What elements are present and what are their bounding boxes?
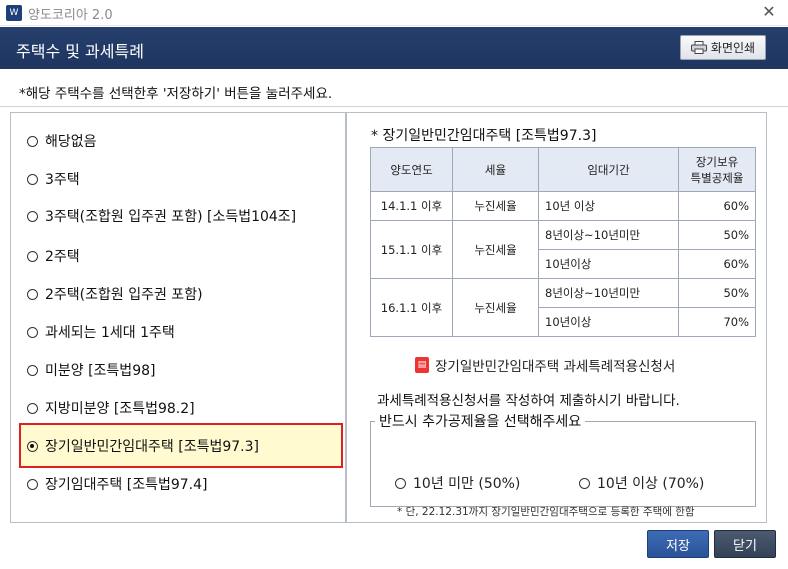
print-screen-label: 화면인쇄 <box>710 41 756 55</box>
column-header: 양도연도 <box>370 147 453 192</box>
option-3-houses[interactable]: 3주택 <box>27 169 80 189</box>
option-label: 과세되는 1세대 1주택 <box>45 325 175 341</box>
option-2-houses-with-rights[interactable]: 2주택(조합원 입주권 포함) <box>27 284 203 304</box>
column-header: 장기보유 특별공제율 <box>678 147 756 192</box>
cell-period: 10년 이상 <box>538 191 679 221</box>
application-instruction: 과세특례적용신청서를 작성하여 제출하시기 바랍니다. <box>377 393 680 409</box>
rate-option-label: 10년 미만 (50%) <box>413 476 521 492</box>
radio-icon <box>579 477 590 489</box>
cell-rate: 70% <box>678 307 756 337</box>
header-line: 특별공제율 <box>690 170 744 185</box>
radio-icon <box>27 402 38 414</box>
option-none[interactable]: 해당없음 <box>27 131 97 151</box>
column-header: 세율 <box>452 147 539 192</box>
house-count-options-panel: 해당없음 3주택 3주택(조합원 입주권 포함) [소득법104조] 2주택 2… <box>10 112 346 523</box>
additional-rate-group: 반드시 추가공제율을 선택해주세요 10년 미만 (50%) 10년 이상 (7… <box>370 411 756 518</box>
cell-tax: 누진세율 <box>452 191 539 221</box>
table-row: 14.1.1 이후 누진세율 10년 이상 60% <box>370 191 756 221</box>
table-header-row: 양도연도 세율 임대기간 장기보유 특별공제율 <box>370 147 756 192</box>
printer-icon <box>690 41 707 54</box>
cell-year: 15.1.1 이후 <box>370 220 453 279</box>
option-long-term-rental[interactable]: 장기임대주택 [조특법97.4] <box>27 474 207 494</box>
option-label: 장기임대주택 [조특법97.4] <box>45 477 208 493</box>
cell-year: 16.1.1 이후 <box>370 278 453 337</box>
option-label: 3주택 <box>45 172 80 188</box>
rate-option-over-10-years[interactable]: 10년 이상 (70%) <box>579 473 704 493</box>
option-label: 해당없음 <box>45 134 97 150</box>
cell-year: 14.1.1 이후 <box>370 191 453 221</box>
radio-icon <box>27 210 38 222</box>
cell-tax: 누진세율 <box>452 278 539 337</box>
cell-period: 8년이상~10년미만 <box>538 220 679 250</box>
rate-group-legend: 반드시 추가공제율을 선택해주세요 <box>379 414 582 430</box>
detail-title: * 장기일반민간임대주택 [조특법97.3] <box>371 128 597 144</box>
cell-rate: 60% <box>678 191 756 221</box>
rate-note: * 단, 22.12.31까지 장기일반민간임대주택으로 등록한 주택에 한함 <box>397 506 695 518</box>
rate-option-under-10-years[interactable]: 10년 미만 (50%) <box>395 473 520 493</box>
option-label: 2주택(조합원 입주권 포함) <box>45 287 203 303</box>
table-row: 15.1.1 이후 누진세율 8년이상~10년미만 50% <box>370 220 756 279</box>
header-line: 장기보유 <box>695 154 739 169</box>
option-regional-unsold[interactable]: 지방미분양 [조특법98.2] <box>27 398 195 418</box>
page-title: 주택수 및 과세특례 <box>16 42 144 61</box>
cell-rate: 50% <box>678 278 756 308</box>
option-long-term-private-rental[interactable]: 장기일반민간임대주택 [조특법97.3] <box>27 436 259 456</box>
rate-option-label: 10년 이상 (70%) <box>597 476 705 492</box>
radio-icon <box>27 326 38 338</box>
option-label: 미분양 [조특법98] <box>45 363 156 379</box>
print-screen-button[interactable]: 화면인쇄 <box>680 35 766 60</box>
option-3-houses-with-rights[interactable]: 3주택(조합원 입주권 포함) [소득법104조] <box>27 206 296 226</box>
divider <box>0 106 788 107</box>
radio-icon <box>27 250 38 262</box>
window-title: 양도코리아 2.0 <box>28 8 113 23</box>
title-bar: W 양도코리아 2.0 ✕ <box>0 0 788 26</box>
option-unsold[interactable]: 미분양 [조특법98] <box>27 360 155 380</box>
option-label: 3주택(조합원 입주권 포함) [소득법104조] <box>45 209 297 225</box>
deduction-rate-table: 양도연도 세율 임대기간 장기보유 특별공제율 14.1.1 이후 누진세율 1… <box>370 147 756 337</box>
radio-icon <box>395 477 406 489</box>
instruction-text: *해당 주택수를 선택한후 '저장하기' 버튼을 눌러주세요. <box>19 86 333 102</box>
radio-icon <box>27 478 38 490</box>
cell-rate: 60% <box>678 249 756 279</box>
radio-icon <box>27 288 38 300</box>
application-form-link[interactable]: ▤ 장기일반민간임대주택 과세특례적용신청서 <box>415 355 675 375</box>
app-logo-icon: W <box>6 5 22 21</box>
document-icon: ▤ <box>415 357 429 373</box>
radio-icon <box>27 173 38 185</box>
save-button[interactable]: 저장 <box>647 530 709 558</box>
cell-rate: 50% <box>678 220 756 250</box>
close-button[interactable]: 닫기 <box>714 530 776 558</box>
application-form-label: 장기일반민간임대주택 과세특례적용신청서 <box>435 359 676 375</box>
window-close-icon[interactable]: ✕ <box>760 2 778 22</box>
option-taxable-single-house[interactable]: 과세되는 1세대 1주택 <box>27 322 175 342</box>
detail-panel: * 장기일반민간임대주택 [조특법97.3] 양도연도 세율 임대기간 장기보유… <box>346 112 767 523</box>
option-2-houses[interactable]: 2주택 <box>27 246 80 266</box>
table-row: 16.1.1 이후 누진세율 8년이상~10년미만 50% <box>370 278 756 337</box>
option-label: 장기일반민간임대주택 [조특법97.3] <box>45 439 259 455</box>
radio-icon <box>27 364 38 376</box>
cell-tax: 누진세율 <box>452 220 539 279</box>
radio-checked-icon <box>27 440 38 452</box>
option-label: 2주택 <box>45 249 80 265</box>
option-label: 지방미분양 [조특법98.2] <box>45 401 195 417</box>
dialog-header: 주택수 및 과세특례 화면인쇄 <box>0 27 788 69</box>
column-header: 임대기간 <box>538 147 679 192</box>
radio-icon <box>27 135 38 147</box>
cell-period: 10년이상 <box>538 307 679 337</box>
cell-period: 8년이상~10년미만 <box>538 278 679 308</box>
cell-period: 10년이상 <box>538 249 679 279</box>
